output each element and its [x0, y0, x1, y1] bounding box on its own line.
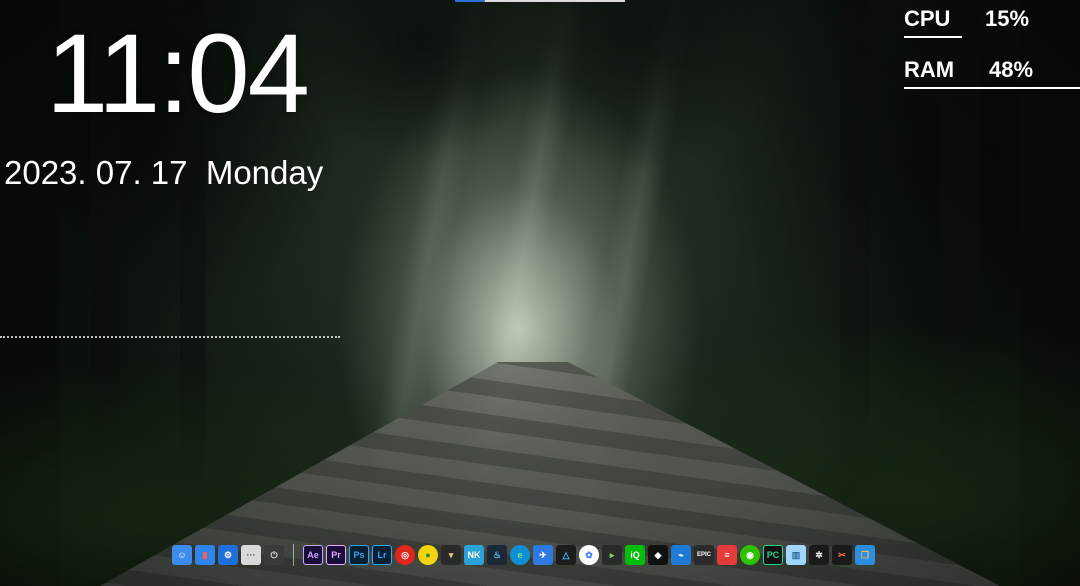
clock-time: 11:04: [46, 11, 310, 136]
dock-separator: [293, 544, 294, 566]
top-accent-bar: [455, 0, 625, 2]
ram-usage-meter: RAM 48%: [904, 55, 1080, 89]
yellow-app-icon[interactable]: ●: [418, 545, 438, 565]
swallow-app-icon[interactable]: ✈: [533, 545, 553, 565]
cpu-value: 15%: [985, 6, 1030, 31]
triangle-app-icon[interactable]: △: [556, 545, 576, 565]
photoshop-icon[interactable]: Ps: [349, 545, 369, 565]
ram-value: 48%: [989, 57, 1034, 82]
system-monitor-widget: CPU 15% RAM 48%: [904, 4, 1080, 89]
files-app-icon[interactable]: ▥: [786, 545, 806, 565]
settings-gear-icon[interactable]: ⚙: [218, 545, 238, 565]
iqiyi-icon[interactable]: iQ: [625, 545, 645, 565]
after-effects-icon[interactable]: Ae: [303, 545, 323, 565]
netease-music-icon[interactable]: ◎: [395, 545, 415, 565]
store-icon[interactable]: ▮: [195, 545, 215, 565]
cpu-underline: [904, 36, 962, 38]
gaming-app-icon[interactable]: ⌁: [671, 545, 691, 565]
spiral-app-icon[interactable]: ✲: [809, 545, 829, 565]
pycharm-icon[interactable]: PC: [763, 545, 783, 565]
more-options-icon[interactable]: ···: [241, 545, 261, 565]
clock-date: 2023. 07. 17 Monday: [4, 154, 324, 191]
lightroom-icon[interactable]: Lr: [372, 545, 392, 565]
scissors-app-icon[interactable]: ✂: [832, 545, 852, 565]
red-stripes-app-icon[interactable]: ≡: [717, 545, 737, 565]
edge-browser-icon[interactable]: e: [510, 545, 530, 565]
epic-games-icon[interactable]: EPIC: [694, 545, 714, 565]
cpu-usage-meter: CPU 15%: [904, 4, 1080, 38]
premiere-pro-icon[interactable]: Pr: [326, 545, 346, 565]
nk-app-icon[interactable]: NK: [464, 545, 484, 565]
steam-icon[interactable]: ♨: [487, 545, 507, 565]
cpu-label: CPU: [904, 6, 951, 31]
winged-logo-icon[interactable]: ▾: [441, 545, 461, 565]
window-app-icon[interactable]: ❐: [855, 545, 875, 565]
ram-label: RAM: [904, 57, 955, 82]
wechat-icon[interactable]: ◉: [740, 545, 760, 565]
dotted-divider: [0, 336, 340, 338]
media-player-icon[interactable]: ▸: [602, 545, 622, 565]
app-dock: ☺ ▮ ⚙ ··· ⏻ Ae Pr Ps Lr ◎ ● ▾ NK ♨ e ✈ △ ✿ ▸ iQ ◆ ⌁ EPIC ≡ ◉ PC ▥ ✲…: [168, 540, 879, 570]
power-icon[interactable]: ⏻: [264, 545, 284, 565]
finder-icon[interactable]: ☺: [172, 545, 192, 565]
ram-underline: [904, 87, 1080, 89]
qq-penguin-icon[interactable]: ◆: [648, 545, 668, 565]
colorful-cloud-icon[interactable]: ✿: [579, 545, 599, 565]
